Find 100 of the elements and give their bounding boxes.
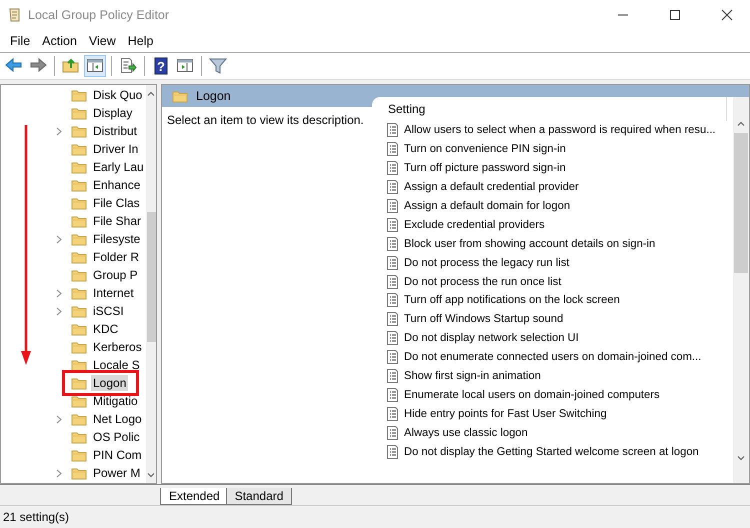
description-text: Select an item to view its description. <box>166 112 365 129</box>
scroll-down-icon[interactable] <box>146 472 155 478</box>
folder-icon <box>71 304 87 318</box>
tree-item[interactable]: Folder R <box>91 249 142 265</box>
setting-item[interactable]: Do not display the Getting Started welcome screen at logon <box>404 446 699 458</box>
folder-up-icon <box>62 57 80 75</box>
menu-item[interactable]: Action <box>36 34 83 48</box>
tree-item[interactable]: Locale S <box>91 357 142 373</box>
tree-item[interactable]: KDC <box>91 321 120 337</box>
tree-item[interactable]: Driver In <box>91 141 140 157</box>
tree-item[interactable]: File Shar <box>91 213 144 229</box>
setting-item[interactable]: Do not enumerate connected users on domain-joined com... <box>404 351 702 364</box>
list-export-icon <box>119 57 137 75</box>
document-icon <box>386 406 399 421</box>
folder-icon <box>71 376 87 390</box>
scrollbar[interactable] <box>733 97 749 483</box>
setting-item[interactable]: Turn on convenience PIN sign-in <box>404 143 566 156</box>
close-icon[interactable] <box>721 9 733 21</box>
tree-item[interactable]: Logon <box>91 375 128 391</box>
tree-item[interactable]: iSCSI <box>91 303 126 319</box>
document-icon <box>386 293 399 308</box>
setting-item[interactable]: Exclude credential providers <box>404 218 545 231</box>
folder-icon <box>172 89 188 103</box>
tree-item[interactable]: Power M <box>91 465 142 481</box>
folder-icon <box>71 268 87 282</box>
tree-item[interactable]: Distribut <box>91 123 140 139</box>
forward-arrow-icon <box>29 57 47 75</box>
document-icon <box>386 312 399 326</box>
scroll-up-icon[interactable] <box>737 120 745 126</box>
setting-item[interactable]: Hide entry points for Fast User Switching <box>404 408 607 420</box>
tree-item[interactable]: Mitigatio <box>91 393 140 409</box>
setting-item[interactable]: Allow users to select when a password is required when resu... <box>404 124 716 136</box>
document-icon <box>386 161 399 176</box>
folder-icon <box>71 160 87 174</box>
tree-item[interactable]: File Clas <box>91 195 142 211</box>
folder-icon <box>71 466 87 480</box>
setting-item[interactable]: Enumerate local users on domain-joined computers <box>404 388 660 401</box>
tree-item[interactable]: Filesyste <box>91 231 142 247</box>
tree-item[interactable]: Disk Quo <box>91 87 144 103</box>
folder-icon <box>71 142 87 156</box>
setting-item[interactable]: Show first sign-in animation <box>404 370 541 382</box>
menu-item[interactable]: Help <box>122 34 160 48</box>
document-icon <box>386 388 399 402</box>
tree-item[interactable]: Net Logo <box>91 411 144 427</box>
tree-item[interactable]: Internet <box>91 285 136 301</box>
document-icon <box>386 236 399 251</box>
document-icon <box>386 199 399 213</box>
folder-icon <box>71 340 87 354</box>
setting-item[interactable]: Do not display network selection UI <box>404 332 579 344</box>
scroll-down-icon[interactable] <box>737 456 745 460</box>
tree-item[interactable]: PIN Com <box>91 447 144 463</box>
setting-item[interactable]: Assign a default credential provider <box>404 181 579 194</box>
back-arrow-icon <box>5 57 23 75</box>
folder-icon <box>71 196 87 210</box>
folder-icon <box>71 286 87 300</box>
column-header[interactable]: Setting <box>388 102 426 116</box>
folder-icon <box>71 232 87 246</box>
menu-item[interactable]: View <box>82 34 122 48</box>
setting-item[interactable]: Turn off app notifications on the lock screen <box>404 294 620 306</box>
tree-item[interactable]: Enhance <box>91 177 142 193</box>
folder-icon <box>71 106 87 120</box>
panel-title: Logon <box>196 89 231 103</box>
tree-item[interactable]: Display <box>91 105 134 121</box>
tab[interactable]: Standard <box>226 488 292 505</box>
menu-item[interactable]: File <box>4 34 36 48</box>
folder-icon <box>71 124 87 138</box>
document-icon <box>386 123 399 138</box>
scroll-icon <box>8 7 22 23</box>
folder-icon <box>71 88 87 102</box>
toolbar-button[interactable] <box>84 55 106 77</box>
document-icon <box>386 350 399 364</box>
document-icon <box>386 256 399 270</box>
setting-item[interactable]: Assign a default domain for logon <box>404 200 570 212</box>
document-icon <box>386 426 399 440</box>
setting-item[interactable]: Block user from showing account details on sign-in <box>404 238 656 250</box>
setting-item[interactable]: Do not process the legacy run list <box>404 256 570 269</box>
tree-item[interactable]: Kerberos <box>91 339 144 355</box>
folder-icon <box>71 178 87 192</box>
tab[interactable]: Extended <box>160 488 229 505</box>
status-text: 21 setting(s) <box>3 510 70 524</box>
setting-item[interactable]: Always use classic logon <box>404 426 528 439</box>
folder-icon <box>71 430 87 444</box>
setting-item[interactable]: Turn off picture password sign-in <box>404 162 566 174</box>
folder-icon <box>71 394 87 408</box>
setting-item[interactable]: Turn off Windows Startup sound <box>404 313 564 326</box>
document-icon <box>386 274 399 289</box>
folder-icon <box>71 250 87 264</box>
document-icon <box>386 331 399 346</box>
maximize-icon[interactable] <box>669 9 681 21</box>
document-icon <box>386 218 399 232</box>
tree-item[interactable]: Group P <box>91 267 140 283</box>
folder-icon <box>71 322 87 336</box>
scrollbar[interactable] <box>146 85 156 483</box>
scroll-up-icon[interactable] <box>146 90 155 96</box>
tree-item[interactable]: Early Lau <box>91 159 146 175</box>
setting-item[interactable]: Do not process the run once list <box>404 276 562 288</box>
document-icon <box>386 444 399 459</box>
tree-item[interactable]: OS Polic <box>91 429 142 445</box>
window-pane-icon <box>86 57 104 75</box>
folder-icon <box>71 358 87 372</box>
